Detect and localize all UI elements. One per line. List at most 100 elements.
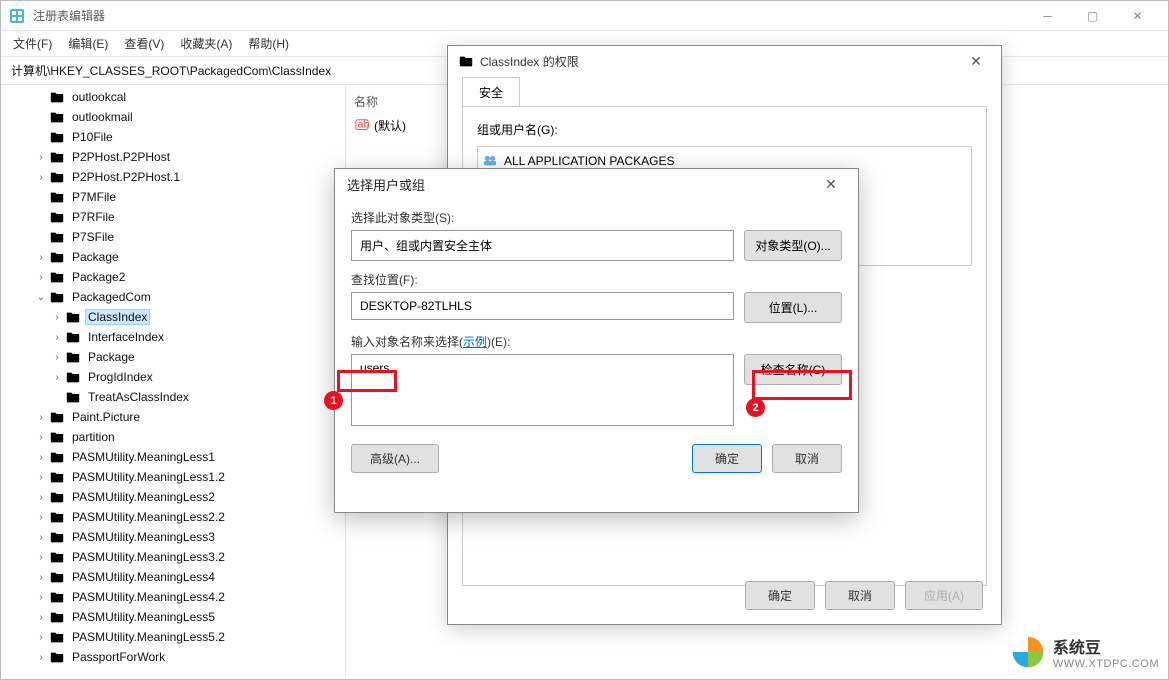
tree-item-label: ClassIndex (85, 309, 150, 325)
folder-icon (49, 570, 65, 584)
tree-item[interactable]: › ClassIndex (1, 307, 345, 327)
expander-icon[interactable]: › (33, 172, 49, 183)
expander-icon[interactable]: ⌄ (33, 292, 49, 303)
menu-favorites[interactable]: 收藏夹(A) (174, 33, 238, 54)
folder-icon (49, 130, 65, 144)
tree-item[interactable]: ›Package (1, 247, 345, 267)
expander-icon[interactable]: › (33, 472, 49, 483)
expander-icon[interactable]: › (33, 452, 49, 463)
value-name: (默认) (374, 117, 406, 134)
select-ok-button[interactable]: 确定 (692, 444, 762, 473)
tree-item[interactable]: ›ProgIdIndex (1, 367, 345, 387)
expander-icon[interactable]: › (33, 652, 49, 663)
tree-item[interactable]: ›Package2 (1, 267, 345, 287)
perm-close-button[interactable]: ✕ (961, 53, 991, 70)
tree-item[interactable]: ›P7MFile (1, 187, 345, 207)
tree-item[interactable]: ›PASMUtility.MeaningLess1.2 (1, 467, 345, 487)
tree-item[interactable]: ›TreatAsClassIndex (1, 387, 345, 407)
expander-icon[interactable]: › (49, 332, 65, 343)
location-field: DESKTOP-82TLHLS (351, 292, 734, 320)
perm-cancel-button[interactable]: 取消 (825, 581, 895, 610)
folder-icon (49, 210, 65, 224)
menu-edit[interactable]: 编辑(E) (62, 33, 114, 54)
tree-item[interactable]: ›P7RFile (1, 207, 345, 227)
expander-icon[interactable]: › (33, 412, 49, 423)
tree-item[interactable]: ›PassportForWork (1, 647, 345, 667)
object-names-label: 输入对象名称来选择(示例)(E): (351, 333, 842, 350)
locations-button[interactable]: 位置(L)... (744, 292, 842, 323)
menu-view[interactable]: 查看(V) (118, 33, 170, 54)
object-types-button[interactable]: 对象类型(O)... (744, 230, 842, 261)
select-cancel-button[interactable]: 取消 (772, 444, 842, 473)
tree-item-label: PASMUtility.MeaningLess4.2 (69, 590, 228, 604)
advanced-button[interactable]: 高级(A)... (351, 444, 439, 473)
address-text: 计算机\HKEY_CLASSES_ROOT\PackagedCom\ClassI… (11, 62, 331, 79)
tree-item[interactable]: › PASMUtility.MeaningLess5 (1, 607, 345, 627)
expander-icon[interactable]: › (33, 252, 49, 263)
folder-icon (49, 90, 65, 104)
tree-item[interactable]: ›InterfaceIndex (1, 327, 345, 347)
folder-icon (49, 430, 65, 444)
watermark-name: 系统豆 (1053, 634, 1159, 658)
tree-item[interactable]: ›outlookcal (1, 87, 345, 107)
perm-ok-button[interactable]: 确定 (745, 581, 815, 610)
expander-icon[interactable]: › (49, 312, 65, 323)
minimize-button[interactable]: ─ (1025, 2, 1070, 30)
folder-icon (49, 410, 65, 424)
tree-panel[interactable]: ›outlookcal›outlookmail›P10File›P2PHost.… (1, 85, 346, 679)
tree-item[interactable]: ›P2PHost.P2PHost.1 (1, 167, 345, 187)
watermark-logo-icon (1011, 635, 1045, 669)
expander-icon[interactable]: › (33, 532, 49, 543)
tree-item[interactable]: ›PASMUtility.MeaningLess4 (1, 567, 345, 587)
tree-item[interactable]: › PASMUtility.MeaningLess2 (1, 487, 345, 507)
tree-item[interactable]: › PASMUtility.MeaningLess2.2 (1, 507, 345, 527)
expander-icon[interactable]: › (33, 612, 49, 623)
window-title: 注册表编辑器 (33, 7, 1025, 24)
tree-item-label: PASMUtility.MeaningLess5 (69, 610, 218, 624)
tree-item-label: PASMUtility.MeaningLess2.2 (69, 510, 228, 524)
object-names-input[interactable]: users (351, 354, 734, 426)
expander-icon[interactable]: › (33, 152, 49, 163)
tree-item[interactable]: ›PASMUtility.MeaningLess1 (1, 447, 345, 467)
expander-icon[interactable]: › (49, 352, 65, 363)
folder-icon (49, 190, 65, 204)
tree-item[interactable]: ›PASMUtility.MeaningLess5.2 (1, 627, 345, 647)
tree-item[interactable]: ›Paint.Picture (1, 407, 345, 427)
tab-security[interactable]: 安全 (462, 77, 520, 107)
folder-icon (65, 390, 81, 404)
tree-item-label: P2PHost.P2PHost (69, 150, 173, 164)
expander-icon[interactable]: › (33, 492, 49, 503)
tree-item[interactable]: ›Package (1, 347, 345, 367)
folder-icon (49, 590, 65, 604)
folder-icon (49, 250, 65, 264)
menu-file[interactable]: 文件(F) (7, 33, 58, 54)
tree-item-label: P10File (69, 130, 116, 144)
close-button[interactable]: ✕ (1115, 2, 1160, 30)
perm-apply-button[interactable]: 应用(A) (905, 581, 983, 610)
tree-item[interactable]: › P2PHost.P2PHost (1, 147, 345, 167)
tree-item[interactable]: › PASMUtility.MeaningLess4.2 (1, 587, 345, 607)
maximize-button[interactable]: ▢ (1070, 2, 1115, 30)
object-type-field: 用户、组或内置安全主体 (351, 230, 734, 261)
tree-item[interactable]: ›P10File (1, 127, 345, 147)
expander-icon[interactable]: › (33, 512, 49, 523)
expander-icon[interactable]: › (33, 572, 49, 583)
select-close-button[interactable]: ✕ (816, 176, 846, 193)
tree-item[interactable]: ⌄PackagedCom (1, 287, 345, 307)
check-names-button[interactable]: 检查名称(C) (744, 354, 842, 385)
tree-item[interactable]: ›outlookmail (1, 107, 345, 127)
tree-item[interactable]: ›partition (1, 427, 345, 447)
tree-item[interactable]: ›PASMUtility.MeaningLess3.2 (1, 547, 345, 567)
tree-item[interactable]: ›P7SFile (1, 227, 345, 247)
tree-item[interactable]: ›PASMUtility.MeaningLess3 (1, 527, 345, 547)
examples-link[interactable]: 示例 (463, 335, 487, 349)
expander-icon[interactable]: › (33, 552, 49, 563)
expander-icon[interactable]: › (33, 272, 49, 283)
tree-item-label: PASMUtility.MeaningLess2 (69, 490, 218, 504)
menu-help[interactable]: 帮助(H) (242, 33, 295, 54)
folder-icon (49, 610, 65, 624)
expander-icon[interactable]: › (33, 432, 49, 443)
expander-icon[interactable]: › (33, 632, 49, 643)
expander-icon[interactable]: › (49, 372, 65, 383)
expander-icon[interactable]: › (33, 592, 49, 603)
